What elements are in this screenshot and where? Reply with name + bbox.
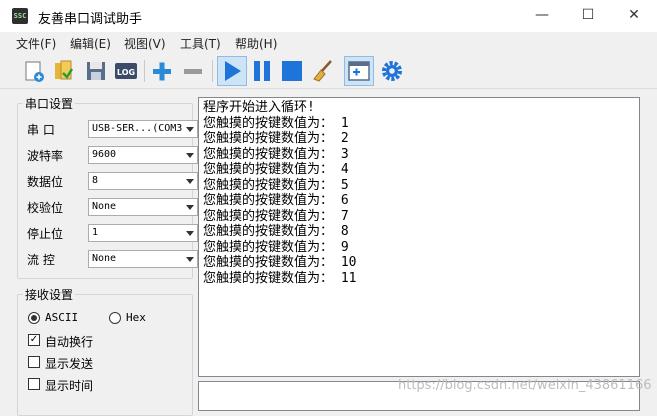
show-send-label: 显示发送	[45, 357, 94, 371]
ascii-label: ASCII	[45, 311, 79, 324]
stop-icon[interactable]	[280, 59, 304, 83]
flowcontrol-label: 流 控	[27, 253, 55, 267]
close-button[interactable]: ✕	[611, 0, 657, 32]
databits-select[interactable]: 8	[88, 172, 198, 190]
output-line: 您触摸的按键数值为： 2	[203, 131, 349, 146]
baud-value: 9600	[92, 149, 117, 160]
output-line: 您触摸的按键数值为： 6	[203, 193, 349, 208]
toolbar: LOG	[0, 54, 657, 89]
auto-wrap-label: 自动换行	[45, 335, 94, 349]
add-icon[interactable]	[150, 59, 174, 83]
maximize-button[interactable]: ☐	[565, 0, 611, 32]
menu-edit[interactable]: 编辑(E)	[70, 35, 111, 52]
menu-bar: 文件(F) 编辑(E) 视图(V) 工具(T) 帮助(H)	[0, 32, 657, 54]
parity-label: 校验位	[27, 201, 64, 215]
new-window-icon[interactable]	[347, 59, 371, 83]
serial-settings-group: 串口设置 串 口 USB-SER...(COM3 波特率 9600 数据位 8 …	[17, 95, 198, 279]
output-line: 您触摸的按键数值为： 8	[203, 224, 349, 239]
clear-broom-icon[interactable]	[311, 59, 335, 83]
menu-file[interactable]: 文件(F)	[16, 35, 56, 52]
output-line: 您触摸的按键数值为： 5	[203, 177, 349, 193]
chevron-down-icon	[186, 257, 194, 262]
output-line: 您触摸的按键数值为： 1	[203, 115, 349, 131]
hex-label: Hex	[126, 311, 146, 324]
stopbits-select[interactable]: 1	[88, 224, 198, 242]
output-line: 程序开始进入循环!	[203, 100, 315, 115]
databits-value: 8	[92, 175, 99, 186]
chevron-down-icon	[186, 153, 194, 158]
new-icon[interactable]	[22, 59, 46, 83]
show-time-label: 显示时间	[45, 379, 94, 393]
save-icon[interactable]	[84, 59, 108, 83]
receive-textarea[interactable]: 程序开始进入循环! 您触摸的按键数值为： 1 您触摸的按键数值为： 2 您触摸的按键数…	[198, 97, 640, 377]
port-label: 串 口	[27, 123, 55, 137]
parity-value: None	[92, 201, 117, 212]
minimize-button[interactable]: —	[519, 0, 565, 32]
play-icon[interactable]	[220, 59, 244, 83]
flowcontrol-select[interactable]: None	[88, 250, 198, 268]
flowcontrol-value: None	[92, 253, 117, 264]
baud-label: 波特率	[27, 149, 64, 163]
open-icon[interactable]	[52, 59, 76, 83]
title-bar: SSC 友善串口调试助手 — ☐ ✕	[0, 0, 657, 32]
chevron-down-icon	[186, 127, 194, 132]
log-label: LOG	[117, 68, 135, 77]
toolbar-separator	[212, 60, 213, 82]
receive-settings-group: 接收设置 ASCII Hex ✓ 自动换行 显示发送 显示时间	[17, 286, 193, 416]
chevron-down-icon	[186, 205, 194, 210]
output-line: 您触摸的按键数值为： 7	[203, 208, 349, 224]
pause-icon[interactable]	[250, 59, 274, 83]
output-line: 您触摸的按键数值为： 11	[203, 270, 357, 286]
ascii-radio[interactable]	[28, 312, 40, 324]
baud-select[interactable]: 9600	[88, 146, 198, 164]
databits-label: 数据位	[27, 175, 64, 189]
chevron-down-icon	[186, 179, 194, 184]
window-title: 友善串口调试助手	[38, 12, 143, 27]
remove-icon[interactable]	[181, 59, 205, 83]
menu-view[interactable]: 视图(V)	[124, 35, 166, 52]
serial-settings-title: 串口设置	[23, 95, 76, 112]
chevron-down-icon	[186, 231, 194, 236]
output-line: 您触摸的按键数值为： 3	[203, 146, 349, 162]
hex-radio[interactable]	[109, 312, 121, 324]
menu-help[interactable]: 帮助(H)	[235, 35, 277, 52]
log-icon[interactable]: LOG	[114, 59, 138, 83]
receive-settings-title: 接收设置	[23, 286, 76, 303]
menu-tools[interactable]: 工具(T)	[180, 35, 221, 52]
settings-gear-icon[interactable]	[380, 59, 404, 83]
stopbits-value: 1	[92, 227, 99, 238]
parity-select[interactable]: None	[88, 198, 198, 216]
output-line: 您触摸的按键数值为： 9	[203, 239, 349, 255]
watermark: https://blog.csdn.net/weixin_43861166	[398, 378, 652, 393]
auto-wrap-checkbox[interactable]: ✓	[28, 334, 40, 346]
show-send-checkbox[interactable]	[28, 356, 40, 368]
stopbits-label: 停止位	[27, 227, 64, 241]
app-icon: SSC	[12, 8, 28, 24]
port-value: USB-SER...(COM3	[92, 123, 182, 134]
toolbar-separator	[144, 60, 145, 82]
output-line: 您触摸的按键数值为： 4	[203, 162, 349, 177]
port-select[interactable]: USB-SER...(COM3	[88, 120, 198, 138]
output-line: 您触摸的按键数值为： 10	[203, 255, 357, 270]
receive-output: 程序开始进入循环! 您触摸的按键数值为： 1 您触摸的按键数值为： 2 您触摸的按键数…	[203, 100, 356, 286]
show-time-checkbox[interactable]	[28, 378, 40, 390]
